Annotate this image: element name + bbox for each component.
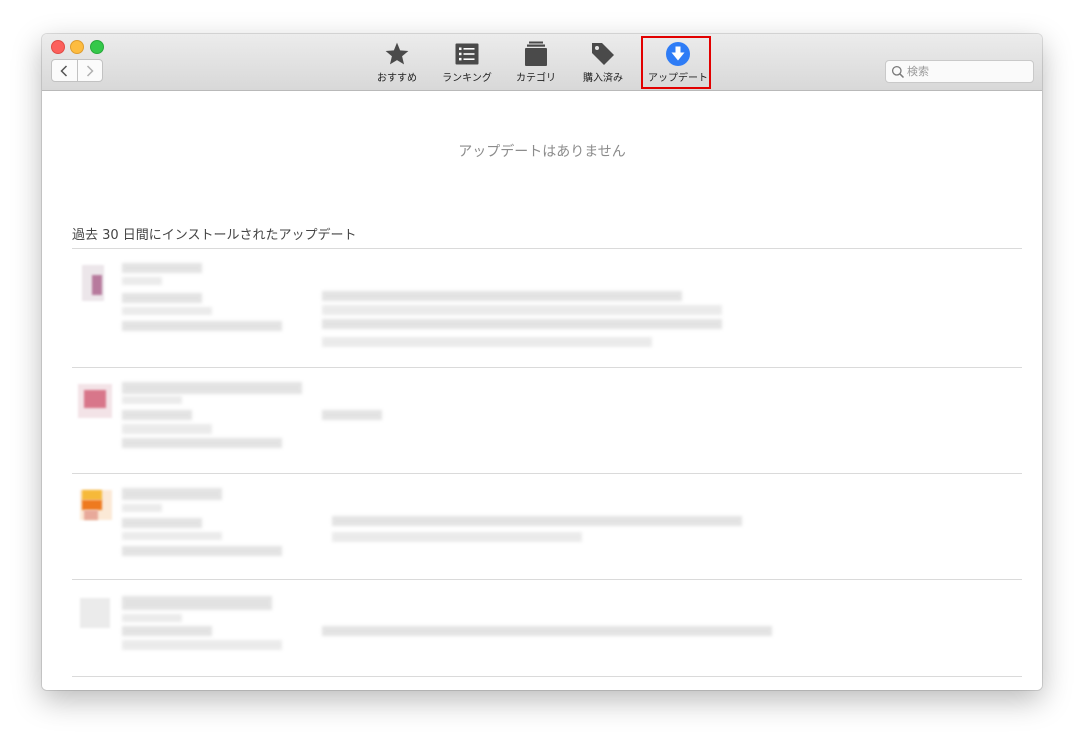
release-notes-blurred <box>322 410 382 420</box>
forward-button[interactable] <box>76 60 103 81</box>
toolbar: おすすめ ランキング カテゴリ 購入済み アップデート 検索 <box>42 34 1042 91</box>
chevron-left-icon <box>60 64 68 77</box>
app-meta-blurred <box>122 546 282 556</box>
app-meta-blurred <box>122 438 282 448</box>
list-icon <box>455 43 479 64</box>
update-row <box>72 368 1022 473</box>
app-meta-blurred <box>122 504 162 512</box>
app-meta-blurred <box>122 640 282 650</box>
back-button[interactable] <box>52 60 77 81</box>
app-meta-blurred <box>122 424 212 434</box>
app-icon-mark <box>92 275 102 295</box>
tab-top-charts-label: ランキング <box>442 73 492 84</box>
app-meta-blurred <box>122 396 182 404</box>
app-meta-blurred <box>122 307 212 315</box>
release-notes-blurred <box>322 305 722 315</box>
app-icon-mark <box>82 500 102 510</box>
app-icon-mark <box>82 490 102 500</box>
update-row <box>72 474 1022 579</box>
tab-featured[interactable]: おすすめ <box>364 40 430 84</box>
release-notes-blurred <box>332 516 742 526</box>
release-notes-blurred <box>322 291 682 301</box>
stack-icon <box>525 41 547 66</box>
app-meta-blurred <box>122 532 222 540</box>
app-meta-blurred <box>122 626 212 636</box>
search-icon <box>891 65 905 78</box>
chevron-right-icon <box>86 64 94 77</box>
tab-categories-label: カテゴリ <box>516 73 556 84</box>
updates-page: アップデートはありません 過去 30 日間にインストールされたアップデート <box>42 91 1042 690</box>
tab-featured-label: おすすめ <box>377 73 417 84</box>
minimize-button[interactable] <box>70 40 84 54</box>
tab-top-charts[interactable]: ランキング <box>434 40 500 84</box>
app-name-blurred <box>122 382 302 394</box>
app-icon-mark <box>84 510 98 520</box>
app-name-blurred <box>122 596 272 610</box>
row-divider <box>72 676 1022 677</box>
tab-categories[interactable]: カテゴリ <box>503 40 569 84</box>
app-store-window: おすすめ ランキング カテゴリ 購入済み アップデート 検索 アップデートはあり… <box>42 34 1042 690</box>
app-meta-blurred <box>122 321 282 331</box>
app-icon <box>80 598 110 628</box>
release-notes-blurred <box>322 337 652 347</box>
star-icon <box>385 42 409 64</box>
release-notes-blurred <box>332 532 582 542</box>
release-notes-blurred <box>322 626 772 636</box>
app-meta-blurred <box>122 518 202 528</box>
app-name-blurred <box>122 263 202 273</box>
app-meta-blurred <box>122 614 182 622</box>
search-input[interactable] <box>905 65 1027 78</box>
tag-icon <box>592 42 614 65</box>
app-name-blurred <box>122 488 222 500</box>
app-meta-blurred <box>122 277 162 285</box>
no-updates-message: アップデートはありません <box>458 144 626 160</box>
section-title: 過去 30 日間にインストールされたアップデート <box>72 228 357 243</box>
app-meta-blurred <box>122 410 192 420</box>
search-field[interactable] <box>885 60 1034 83</box>
zoom-button[interactable] <box>90 40 104 54</box>
tab-purchased[interactable]: 購入済み <box>570 40 636 84</box>
updates-tab-highlight-box <box>641 36 711 89</box>
update-row <box>72 580 1022 676</box>
back-forward-control <box>51 59 103 82</box>
update-row <box>72 249 1022 367</box>
close-button[interactable] <box>51 40 65 54</box>
release-notes-blurred <box>322 319 722 329</box>
app-meta-blurred <box>122 293 202 303</box>
app-icon-mark <box>84 390 106 408</box>
tab-purchased-label: 購入済み <box>583 73 623 84</box>
